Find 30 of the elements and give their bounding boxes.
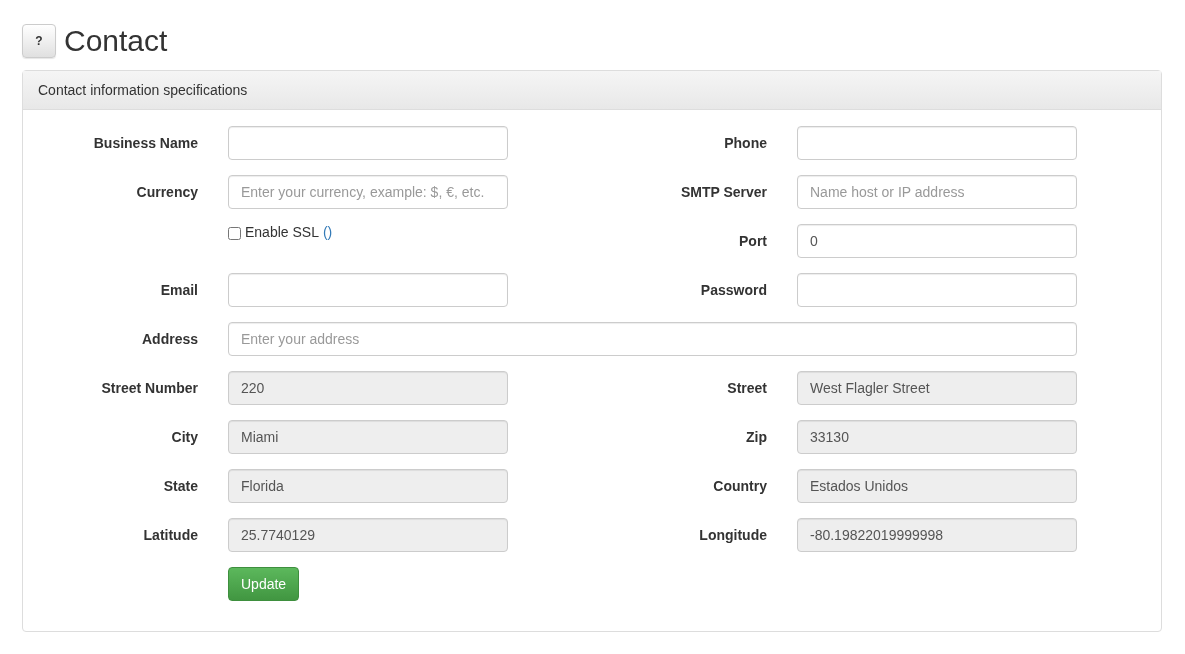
help-button[interactable]: ? <box>22 24 56 58</box>
field-label: Phone <box>723 135 768 151</box>
field-label: Street Number <box>100 380 199 396</box>
panel-heading: Contact information specifications <box>23 71 1161 110</box>
field-label: State <box>162 478 199 494</box>
field-label: Street <box>726 380 768 396</box>
link[interactable]: () <box>322 224 333 240</box>
checkbox[interactable] <box>228 227 241 240</box>
field-label: Currency <box>135 184 199 200</box>
field-label: Country <box>712 478 768 494</box>
input-field[interactable]: Name host or IP address <box>797 175 1077 209</box>
checkbox-label: Enable SSL <box>245 224 319 240</box>
input-field[interactable]: 0 <box>797 224 1077 258</box>
input-field[interactable] <box>228 273 508 307</box>
field-label: Port <box>738 233 768 249</box>
field-label: Longitude <box>698 527 768 543</box>
field-label: SMTP Server <box>679 184 768 200</box>
input-field[interactable]: Enter your address <box>228 322 1077 356</box>
field-label: Address <box>140 331 199 347</box>
field-label: City <box>170 429 199 445</box>
page-title: Contact <box>64 24 168 58</box>
input-field[interactable] <box>797 273 1077 307</box>
input-field[interactable] <box>797 126 1077 160</box>
field-label: Password <box>699 282 768 298</box>
field-label: Latitude <box>142 527 199 543</box>
field-label: Email <box>159 282 199 298</box>
field-label: Business Name <box>92 135 199 151</box>
field-label: Zip <box>745 429 768 445</box>
input-field[interactable]: Enter your currency, example: $, €, etc. <box>228 175 508 209</box>
input-field[interactable] <box>228 126 508 160</box>
